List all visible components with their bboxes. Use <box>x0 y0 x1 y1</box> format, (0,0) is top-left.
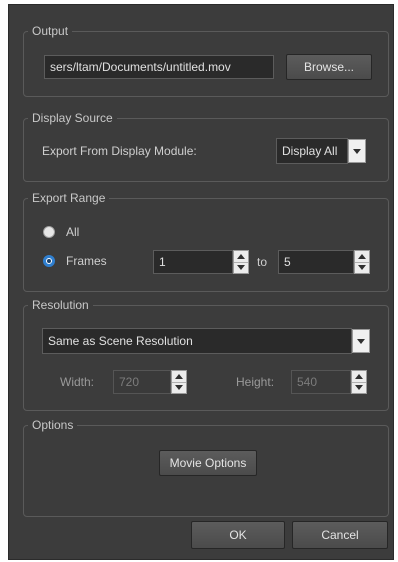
frames-to-input[interactable]: 5 <box>278 250 354 274</box>
export-range-group-title: Export Range <box>28 190 110 206</box>
output-group-title: Output <box>28 23 73 39</box>
arrow-up-icon <box>355 374 363 379</box>
options-group-title: Options <box>28 417 78 433</box>
stepper-down-button[interactable] <box>172 382 186 393</box>
output-path-field[interactable]: sers/ltam/Documents/untitled.mov <box>44 55 274 79</box>
movie-options-button[interactable]: Movie Options <box>159 450 257 476</box>
height-stepper[interactable] <box>351 370 367 394</box>
resolution-group: Resolution Same as Scene Resolution Widt… <box>23 297 389 411</box>
arrow-up-icon <box>175 374 183 379</box>
stepper-down-button[interactable] <box>352 382 366 393</box>
resolution-group-title: Resolution <box>28 297 93 313</box>
output-group: Output sers/ltam/Documents/untitled.mov … <box>23 23 389 97</box>
cancel-button[interactable]: Cancel <box>292 521 388 549</box>
radio-all-label[interactable]: All <box>66 224 79 240</box>
width-stepper[interactable] <box>171 370 187 394</box>
resolution-dropdown-button[interactable] <box>352 329 370 353</box>
height-input[interactable]: 540 <box>291 370 351 394</box>
stepper-down-button[interactable] <box>234 262 248 273</box>
arrow-up-icon <box>237 254 245 259</box>
export-movie-dialog: Output sers/ltam/Documents/untitled.mov … <box>8 4 394 560</box>
arrow-down-icon <box>358 265 366 270</box>
ok-button[interactable]: OK <box>191 521 285 549</box>
frames-from-input[interactable]: 1 <box>153 250 233 274</box>
width-input[interactable]: 720 <box>113 370 171 394</box>
resolution-preset-select[interactable]: Same as Scene Resolution <box>42 328 352 354</box>
export-range-group: Export Range All Frames 1 to 5 <box>23 190 389 292</box>
arrow-down-icon <box>175 385 183 390</box>
export-from-display-module-label: Export From Display Module: <box>42 144 197 158</box>
stepper-down-button[interactable] <box>355 262 369 273</box>
radio-frames[interactable] <box>43 255 55 267</box>
frames-to-stepper[interactable] <box>354 250 370 274</box>
chevron-down-icon <box>357 339 365 344</box>
arrow-down-icon <box>237 265 245 270</box>
chevron-down-icon <box>353 149 361 154</box>
browse-button[interactable]: Browse... <box>286 54 372 80</box>
display-source-group-title: Display Source <box>28 110 117 126</box>
frames-to-label: to <box>257 255 268 269</box>
display-module-dropdown-button[interactable] <box>348 139 366 163</box>
arrow-up-icon <box>358 254 366 259</box>
display-module-select[interactable]: Display All <box>276 138 348 164</box>
options-group: Options Movie Options <box>23 417 389 517</box>
display-source-group: Display Source Export From Display Modul… <box>23 110 389 182</box>
radio-frames-label[interactable]: Frames <box>66 253 107 269</box>
height-label: Height: <box>236 375 275 389</box>
radio-all[interactable] <box>43 226 55 238</box>
frames-from-stepper[interactable] <box>233 250 249 274</box>
width-label: Width: <box>60 375 95 389</box>
arrow-down-icon <box>355 385 363 390</box>
